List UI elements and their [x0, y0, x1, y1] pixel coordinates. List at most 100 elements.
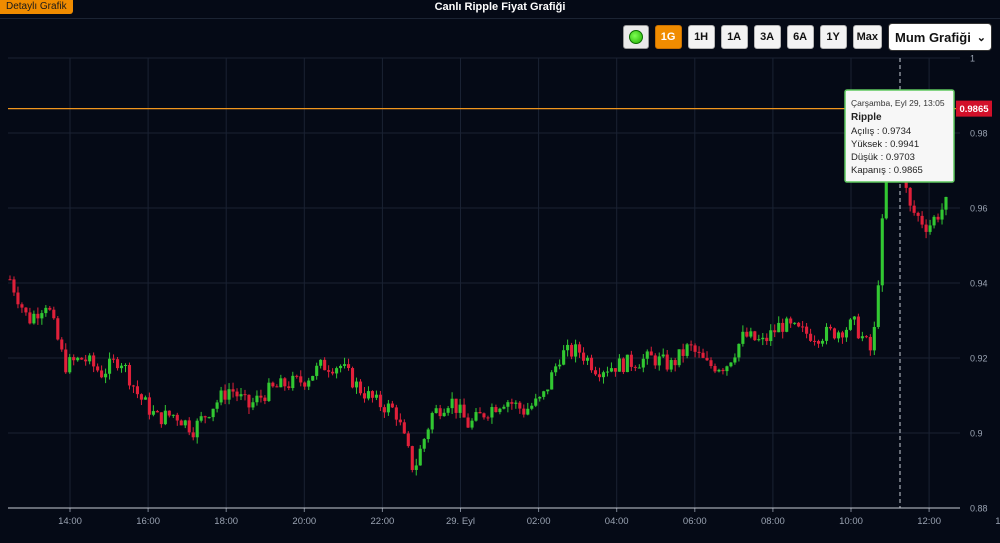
candle-up — [793, 322, 797, 324]
candle-down — [665, 354, 669, 370]
candle-down — [203, 416, 207, 418]
x-tick-label: 06:00 — [683, 516, 707, 527]
candle-down — [346, 364, 351, 369]
candle-down — [589, 357, 594, 371]
candle-down — [816, 341, 821, 344]
candle-down — [462, 404, 466, 418]
candle-up — [215, 402, 219, 409]
candle-down — [597, 374, 602, 378]
candle-down — [295, 375, 299, 377]
candle-up — [255, 395, 259, 403]
candle-up — [546, 389, 550, 392]
candle-up — [820, 340, 825, 344]
candle-up — [880, 218, 884, 286]
candle-down — [299, 376, 303, 383]
candle-down — [868, 336, 872, 351]
candle-up — [601, 372, 606, 378]
candlestick-chart[interactable]: 0.9865 0.88 0.9 0.92 0.94 0.96 0.98 1 14:00 16:0… — [0, 0, 1000, 543]
candle-up — [677, 349, 681, 366]
candle-up — [769, 330, 773, 342]
candle-up — [824, 326, 829, 341]
candle-down — [789, 318, 793, 324]
candle-up — [195, 420, 199, 438]
candle-down — [908, 187, 912, 206]
candle-up — [932, 216, 936, 226]
candle-down — [482, 413, 486, 418]
candle-up — [104, 373, 108, 378]
tooltip-high: Yüksek : 0.9941 — [851, 139, 919, 150]
candle-up — [219, 390, 223, 403]
candle-down — [259, 395, 263, 398]
candle-up — [40, 313, 44, 319]
x-tick-label: 04:00 — [605, 516, 629, 527]
candle-up — [386, 403, 390, 413]
candle-up — [498, 408, 502, 413]
candle-up — [76, 357, 80, 361]
candle-down — [390, 403, 394, 408]
candle-up — [645, 351, 649, 359]
y-tick-label: 0.96 — [970, 204, 988, 214]
candle-down — [522, 408, 526, 415]
candle-up — [354, 381, 359, 388]
candle-down — [394, 407, 398, 420]
candle-down — [223, 390, 227, 400]
candle-down — [709, 360, 713, 367]
candle-down — [331, 371, 335, 374]
candle-down — [36, 313, 40, 319]
candle-down — [840, 332, 845, 338]
candle-down — [48, 307, 52, 310]
candle-down — [916, 212, 920, 216]
candle-up — [163, 410, 167, 425]
x-tick-label: 14:00 — [995, 516, 1000, 527]
candle-down — [924, 224, 928, 232]
candle-down — [920, 215, 924, 225]
candle-up — [844, 329, 848, 338]
candle-up — [68, 357, 72, 373]
candle-down — [773, 330, 777, 333]
tooltip-low: Düşük : 0.9703 — [851, 152, 915, 163]
candle-down — [828, 326, 833, 329]
candle-up — [311, 375, 315, 381]
x-tick-label: 08:00 — [761, 516, 785, 527]
candle-down — [745, 331, 749, 337]
candle-up — [944, 196, 948, 210]
candle-up — [343, 364, 347, 366]
candle-down — [20, 304, 24, 308]
candle-up — [554, 366, 558, 373]
candle-up — [490, 407, 494, 418]
candle-down — [494, 407, 498, 413]
tooltip-open: Açılış : 0.9734 — [851, 126, 911, 137]
candle-down — [350, 368, 355, 388]
candle-down — [323, 359, 327, 371]
x-tick-label: 20:00 — [292, 516, 316, 527]
candle-up — [211, 408, 215, 418]
candle-down — [96, 366, 100, 371]
candle-up — [422, 439, 426, 449]
y-tick-label: 1 — [970, 54, 975, 64]
x-tick-label: 22:00 — [371, 516, 395, 527]
candle-down — [681, 349, 685, 356]
candle-up — [430, 413, 434, 430]
candle-down — [303, 382, 307, 387]
candle-down — [327, 370, 331, 372]
tooltip-name: Ripple — [851, 112, 882, 123]
candle-up — [442, 412, 446, 417]
candle-up — [123, 365, 128, 367]
candle-up — [335, 368, 339, 374]
candle-up — [574, 344, 578, 357]
candle-up — [534, 398, 538, 406]
candle-up — [426, 429, 430, 440]
candle-down — [693, 345, 697, 352]
candle-up — [267, 382, 271, 401]
candle-down — [765, 337, 769, 342]
candle-up — [151, 411, 155, 415]
candle-down — [175, 414, 179, 421]
candle-down — [115, 359, 120, 369]
ohlc-tooltip: Çarşamba, Eyl 29, 13:05 Ripple Açılış : … — [844, 89, 955, 183]
candle-down — [80, 357, 84, 360]
candle-up — [199, 416, 203, 421]
candle-up — [315, 365, 319, 376]
candle-down — [438, 408, 442, 417]
candle-up — [418, 448, 422, 466]
candle-down — [570, 344, 574, 357]
